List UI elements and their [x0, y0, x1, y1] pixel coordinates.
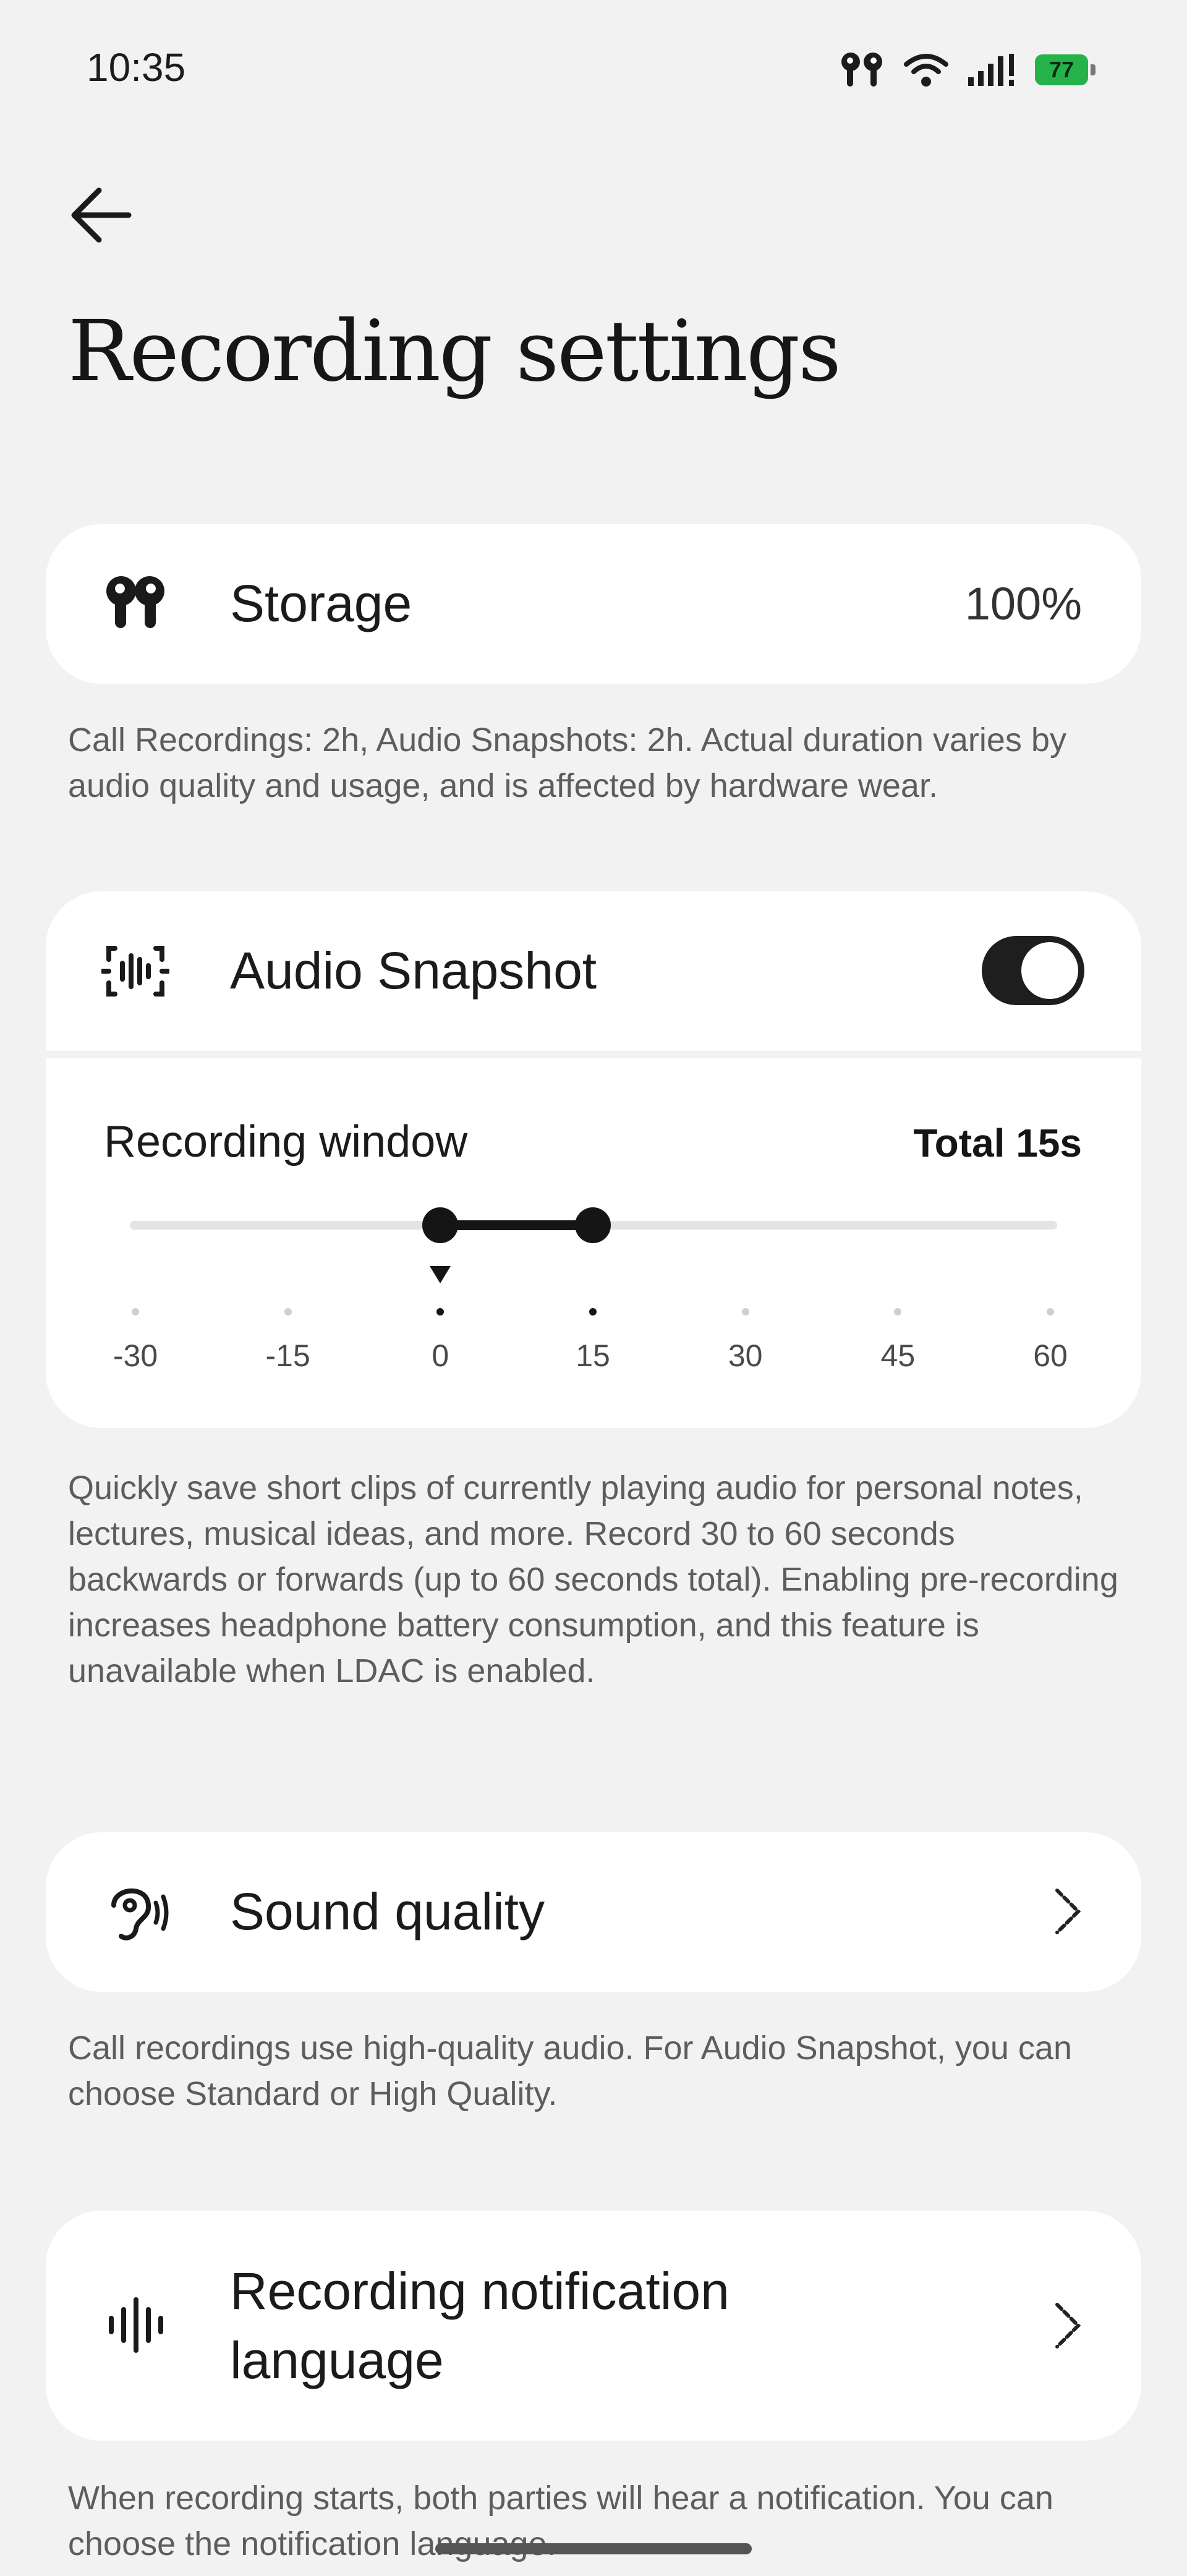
- tick-label: -15: [265, 1338, 310, 1373]
- recording-window-total: Total 15s: [913, 1121, 1082, 1165]
- signal-icon: [968, 54, 1014, 86]
- recording-window-panel: Recording window Total 15s -30 -15 0 15 30 45…: [46, 1058, 1141, 1428]
- sound-quality-description: Call recordings use high-quality audio. …: [68, 2030, 1072, 2112]
- battery-level: 77: [1049, 57, 1074, 82]
- audio-snapshot-toggle[interactable]: [982, 936, 1084, 1005]
- range-end-handle[interactable]: [575, 1207, 611, 1243]
- storage-description: Call Recordings: 2h, Audio Snapshots: 2h…: [68, 721, 1066, 804]
- tick-label: -30: [113, 1338, 158, 1373]
- audio-snapshot-label: Audio Snapshot: [230, 942, 597, 1000]
- chevron-right-icon: [1055, 2303, 1081, 2349]
- toggle-knob: [1021, 942, 1078, 999]
- ear-sound-icon: [111, 1888, 169, 1941]
- storage-label: Storage: [230, 574, 412, 632]
- sound-quality-label: Sound quality: [230, 1882, 545, 1941]
- storage-row: Storage 100%: [46, 524, 1141, 684]
- waveform-icon: [109, 2297, 163, 2353]
- wifi-icon: [904, 54, 948, 87]
- status-icons: 77: [838, 48, 1096, 91]
- earbuds-icon: [841, 53, 882, 87]
- range-slider-fill: [440, 1220, 593, 1230]
- tick-dot: [436, 1308, 445, 1316]
- tick-label: 45: [880, 1338, 916, 1373]
- notification-language-row[interactable]: Recording notification language: [46, 2211, 1141, 2441]
- range-start-handle[interactable]: [422, 1207, 459, 1243]
- sound-quality-row[interactable]: Sound quality: [46, 1832, 1141, 1992]
- audio-snapshot-row[interactable]: Audio Snapshot: [46, 891, 1141, 1051]
- tick-label: 0: [432, 1338, 449, 1373]
- chevron-right-icon: [1055, 1889, 1081, 1934]
- storage-value: 100%: [964, 578, 1082, 629]
- recording-window-label: Recording window: [104, 1117, 468, 1167]
- tick-dot: [1047, 1308, 1054, 1316]
- tick-dot: [284, 1308, 292, 1316]
- tick-label: 30: [728, 1338, 763, 1373]
- tick-dot: [741, 1308, 749, 1316]
- tick-label: 60: [1033, 1338, 1068, 1373]
- audio-snapshot-description: Quickly save short clips of currently pl…: [68, 1469, 1118, 1690]
- tick-dot: [894, 1308, 902, 1316]
- tick-label: 15: [576, 1338, 610, 1373]
- back-arrow-icon[interactable]: [67, 179, 138, 251]
- current-position-marker: [430, 1266, 451, 1283]
- earbuds-icon: [106, 576, 164, 628]
- battery-icon: 77: [1035, 54, 1096, 85]
- notification-language-label: Recording notification language: [230, 2262, 730, 2389]
- tick-dot: [589, 1308, 597, 1316]
- status-time: 10:35: [87, 45, 186, 90]
- audio-snapshot-icon: [101, 946, 169, 997]
- tick-dot: [132, 1308, 139, 1316]
- page-title: Recording settings: [68, 303, 841, 401]
- home-indicator[interactable]: [435, 2543, 752, 2554]
